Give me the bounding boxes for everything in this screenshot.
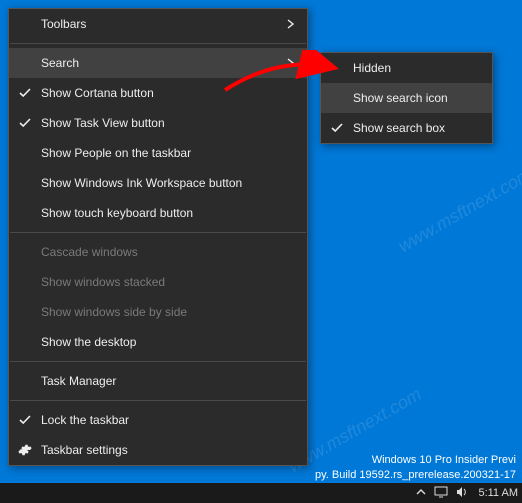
menu-item-side-by-side: Show windows side by side [9,297,307,327]
menu-label: Toolbars [41,17,279,31]
menu-item-search[interactable]: Search [9,48,307,78]
menu-label: Hidden [353,61,480,75]
separator [10,43,306,44]
menu-label: Show Task View button [41,116,295,130]
chevron-right-icon [287,58,295,68]
separator [10,400,306,401]
menu-item-show-touch-keyboard[interactable]: Show touch keyboard button [9,198,307,228]
check-icon [9,414,41,426]
system-tray[interactable] [416,486,468,501]
menu-label: Show Cortana button [41,86,295,100]
menu-item-show-taskview[interactable]: Show Task View button [9,108,307,138]
taskbar-clock[interactable]: 5:11 AM [478,487,518,499]
menu-label: Show the desktop [41,335,295,349]
separator [10,232,306,233]
submenu-item-hidden[interactable]: Hidden [321,53,492,83]
check-icon [9,87,41,99]
menu-label: Task Manager [41,374,295,388]
menu-label: Show search icon [353,91,480,105]
watermark: www.msftnext.com [395,164,522,257]
submenu-item-show-search-box[interactable]: Show search box [321,113,492,143]
separator [10,361,306,362]
edition-text: Windows 10 Pro Insider Previ [315,453,516,468]
menu-label: Show search box [353,121,480,135]
menu-item-lock-taskbar[interactable]: Lock the taskbar [9,405,307,435]
menu-label: Show People on the taskbar [41,146,295,160]
menu-item-show-desktop[interactable]: Show the desktop [9,327,307,357]
monitor-icon[interactable] [434,486,448,501]
menu-item-show-people[interactable]: Show People on the taskbar [9,138,307,168]
taskbar[interactable]: 5:11 AM [0,483,522,503]
chevron-up-icon[interactable] [416,487,426,499]
build-text: py. Build 19592.rs_prerelease.200321-17 [315,468,516,483]
volume-icon[interactable] [456,486,468,501]
menu-label: Lock the taskbar [41,413,295,427]
menu-item-show-cortana[interactable]: Show Cortana button [9,78,307,108]
menu-label: Taskbar settings [41,443,295,457]
menu-label: Show windows stacked [41,275,295,289]
desktop-build-info: Windows 10 Pro Insider Previ py. Build 1… [315,453,516,483]
menu-item-taskbar-settings[interactable]: Taskbar settings [9,435,307,465]
menu-label: Show windows side by side [41,305,295,319]
menu-item-cascade: Cascade windows [9,237,307,267]
check-icon [9,117,41,129]
menu-label: Show touch keyboard button [41,206,295,220]
menu-label: Search [41,56,279,70]
menu-item-show-ink[interactable]: Show Windows Ink Workspace button [9,168,307,198]
menu-label: Show Windows Ink Workspace button [41,176,295,190]
gear-icon [9,443,41,457]
taskbar-context-menu: Toolbars Search Show Cortana button Show… [8,8,308,466]
chevron-right-icon [287,19,295,29]
search-submenu: Hidden Show search icon Show search box [320,52,493,144]
check-icon [321,122,353,134]
menu-item-task-manager[interactable]: Task Manager [9,366,307,396]
submenu-item-show-search-icon[interactable]: Show search icon [321,83,492,113]
menu-label: Cascade windows [41,245,295,259]
menu-item-toolbars[interactable]: Toolbars [9,9,307,39]
menu-item-stacked: Show windows stacked [9,267,307,297]
